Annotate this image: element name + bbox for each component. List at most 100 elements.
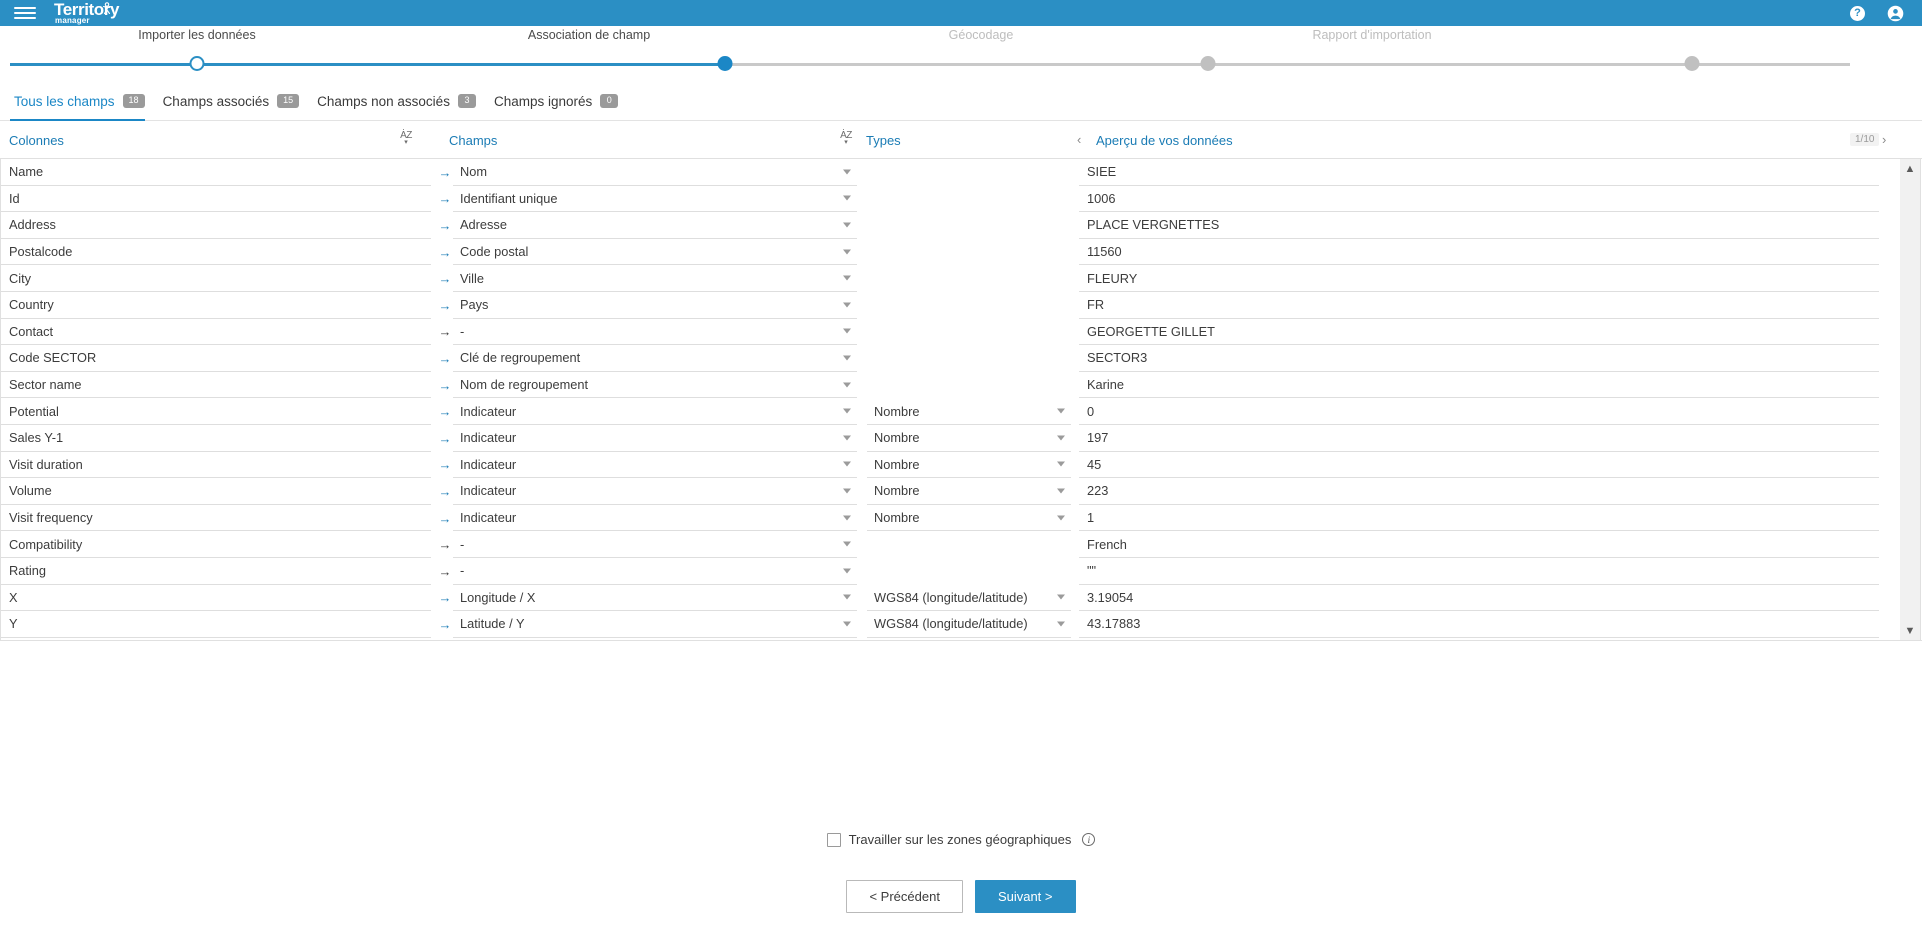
hamburger-menu-icon[interactable]: [14, 5, 36, 21]
chevron-down-icon[interactable]: [1057, 409, 1065, 414]
user-account-icon[interactable]: [1887, 5, 1904, 22]
row-type-select[interactable]: Nombre: [867, 398, 1071, 425]
tab-all-fields[interactable]: Tous les champs 18: [10, 90, 159, 121]
row-type-select[interactable]: WGS84 (longitude/latitude): [867, 611, 1071, 638]
table-row: Postalcode→Code postal11560: [1, 239, 1922, 266]
row-field-select[interactable]: Indicateur: [453, 478, 857, 505]
field-filter-tabs: Tous les champs 18 Champs associés 15 Ch…: [0, 90, 1922, 121]
chevron-down-icon[interactable]: [843, 276, 851, 281]
row-field-select[interactable]: Indicateur: [453, 398, 857, 425]
row-type-value: Nombre: [874, 483, 920, 498]
row-type-select[interactable]: WGS84 (longitude/latitude): [867, 585, 1071, 612]
chevron-down-icon[interactable]: [843, 488, 851, 493]
chevron-down-icon[interactable]: [843, 409, 851, 414]
row-column-name: Code SECTOR: [1, 345, 431, 372]
geo-zones-checkbox[interactable]: [827, 833, 841, 847]
row-field-select[interactable]: Clé de regroupement: [453, 345, 857, 372]
sort-colonnes-icon[interactable]: ȦZ▾: [398, 131, 414, 149]
tab-ignored-fields[interactable]: Champs ignorés 0: [490, 90, 632, 121]
chevron-down-icon[interactable]: [843, 329, 851, 334]
app-logo[interactable]: Territory manager: [54, 1, 119, 25]
row-column-name: Contact: [1, 319, 431, 346]
step-node-3[interactable]: [1201, 56, 1216, 71]
chevron-down-icon[interactable]: [843, 382, 851, 387]
row-field-select[interactable]: -: [453, 531, 857, 558]
row-field-select[interactable]: Adresse: [453, 212, 857, 239]
row-field-select[interactable]: Latitude / Y: [453, 611, 857, 638]
chevron-down-icon[interactable]: [843, 515, 851, 520]
chevron-down-icon[interactable]: [843, 462, 851, 467]
chevron-down-icon[interactable]: [1057, 462, 1065, 467]
row-field-select[interactable]: Pays: [453, 292, 857, 319]
row-type-select: [867, 345, 1071, 372]
chevron-down-icon[interactable]: [843, 621, 851, 626]
row-type-select[interactable]: Nombre: [867, 452, 1071, 479]
row-field-select[interactable]: Longitude / X: [453, 585, 857, 612]
info-icon[interactable]: i: [1082, 833, 1095, 846]
row-field-select[interactable]: Nom de regroupement: [453, 372, 857, 399]
step-node-2[interactable]: [718, 56, 733, 71]
row-preview-value: French: [1079, 531, 1879, 558]
chevron-down-icon[interactable]: [843, 302, 851, 307]
row-column-name: Country: [1, 292, 431, 319]
chevron-down-icon[interactable]: [1057, 435, 1065, 440]
table-row: Potential→IndicateurNombre0: [1, 398, 1922, 425]
row-column-name: Id: [1, 186, 431, 213]
step-node-1[interactable]: [190, 56, 205, 71]
row-field-select[interactable]: Indicateur: [453, 452, 857, 479]
preview-prev-icon[interactable]: ‹: [1077, 132, 1081, 147]
row-preview-value: FLEURY: [1079, 265, 1879, 292]
row-field-select[interactable]: Ville: [453, 265, 857, 292]
row-preview-value: Karine: [1079, 372, 1879, 399]
tab-ignored-fields-count: 0: [600, 94, 618, 108]
chevron-down-icon[interactable]: [843, 355, 851, 360]
row-type-select[interactable]: Nombre: [867, 425, 1071, 452]
row-field-select[interactable]: Indicateur: [453, 425, 857, 452]
previous-button[interactable]: < Précédent: [846, 880, 962, 913]
chevron-down-icon[interactable]: [843, 196, 851, 201]
row-field-value: -: [460, 537, 464, 552]
chevron-down-icon[interactable]: [843, 595, 851, 600]
row-field-select[interactable]: Nom: [453, 159, 857, 186]
row-field-value: -: [460, 324, 464, 339]
preview-next-icon[interactable]: ›: [1882, 132, 1886, 147]
row-field-value: Indicateur: [460, 457, 516, 472]
row-field-select[interactable]: Code postal: [453, 239, 857, 266]
chevron-down-icon[interactable]: [1057, 621, 1065, 626]
grid-vertical-scrollbar[interactable]: ▲ ▼: [1900, 158, 1921, 641]
step-node-4[interactable]: [1685, 56, 1700, 71]
chevron-down-icon[interactable]: [843, 435, 851, 440]
chevron-down-icon[interactable]: [843, 169, 851, 174]
sort-champs-icon[interactable]: ȦZ▾: [838, 131, 854, 149]
row-type-select[interactable]: Nombre: [867, 478, 1071, 505]
mapping-arrow-icon: →: [437, 398, 453, 425]
table-row: Id→Identifiant unique1006: [1, 186, 1922, 213]
chevron-down-icon[interactable]: [843, 542, 851, 547]
row-column-name: Sales Y-1: [1, 425, 431, 452]
chevron-down-icon[interactable]: [843, 249, 851, 254]
mapping-arrow-icon: →: [437, 239, 453, 266]
row-field-select[interactable]: Indicateur: [453, 505, 857, 532]
row-type-select[interactable]: Nombre: [867, 505, 1071, 532]
chevron-down-icon[interactable]: [1057, 595, 1065, 600]
help-icon[interactable]: ?: [1850, 6, 1865, 21]
table-row: City→VilleFLEURY: [1, 265, 1922, 292]
row-type-value: Nombre: [874, 404, 920, 419]
row-field-select[interactable]: -: [453, 319, 857, 346]
row-field-select[interactable]: Identifiant unique: [453, 186, 857, 213]
next-button[interactable]: Suivant >: [975, 880, 1076, 913]
scroll-down-icon[interactable]: ▼: [1900, 622, 1920, 639]
scroll-up-icon[interactable]: ▲: [1900, 160, 1920, 177]
chevron-down-icon[interactable]: [1057, 515, 1065, 520]
row-type-value: WGS84 (longitude/latitude): [874, 616, 1028, 631]
chevron-down-icon[interactable]: [843, 222, 851, 227]
tab-unmapped-fields[interactable]: Champs non associés 3: [313, 90, 490, 121]
row-field-select[interactable]: -: [453, 558, 857, 585]
chevron-down-icon[interactable]: [843, 568, 851, 573]
geo-zones-option-row: Travailler sur les zones géographiques i: [0, 832, 1922, 847]
table-row: Volume→IndicateurNombre223: [1, 478, 1922, 505]
tab-mapped-fields[interactable]: Champs associés 15: [159, 90, 314, 121]
row-type-select: [867, 558, 1071, 585]
step-label-2: Association de champ: [528, 28, 650, 42]
chevron-down-icon[interactable]: [1057, 488, 1065, 493]
